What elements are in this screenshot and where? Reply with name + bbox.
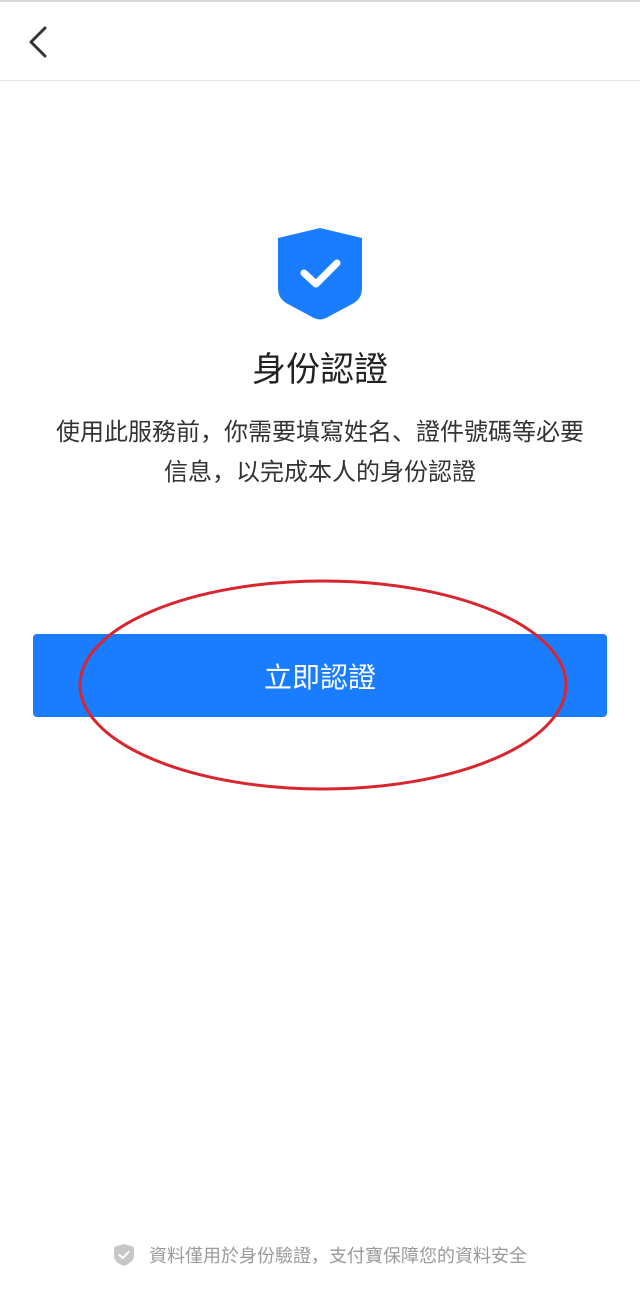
description-line-2: 信息，以完成本人的身份認證 — [164, 458, 476, 486]
back-button[interactable] — [14, 16, 62, 68]
shield-icon — [114, 1244, 134, 1266]
security-note: 資料僅用於身份驗證，支付寶保障您的資料安全 — [0, 1238, 640, 1272]
navigation-bar — [0, 2, 640, 81]
security-note-text: 資料僅用於身份驗證，支付寶保障您的資料安全 — [149, 1246, 527, 1267]
page-title: 身份認證 — [252, 350, 388, 390]
chevron-left-icon — [29, 26, 47, 58]
shield-check-icon — [278, 228, 362, 320]
description: 使用此服務前，你需要填寫姓名、證件號碼等必要 信息，以完成本人的身份認證 — [28, 412, 612, 492]
description-line-1: 使用此服務前，你需要填寫姓名、證件號碼等必要 — [56, 418, 584, 446]
verify-now-button[interactable]: 立即認證 — [33, 634, 607, 717]
